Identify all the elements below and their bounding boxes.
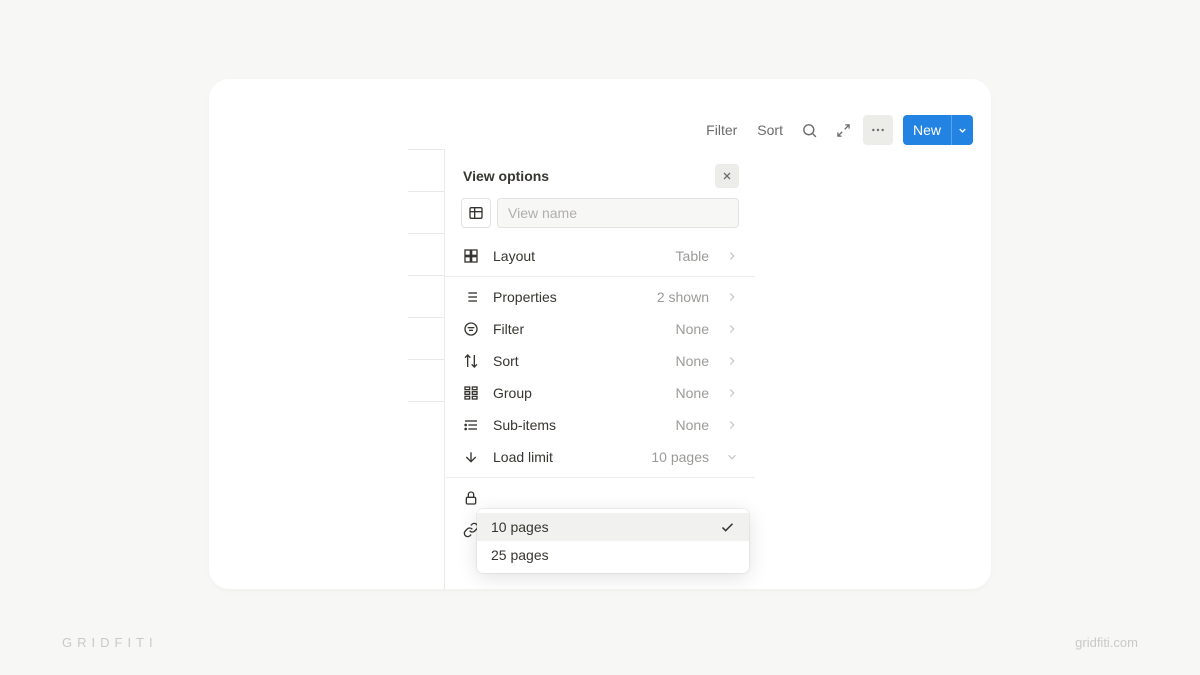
properties-row[interactable]: Properties 2 shown xyxy=(445,281,755,313)
sort-row[interactable]: Sort None xyxy=(445,345,755,377)
sub-items-label: Sub-items xyxy=(493,417,664,433)
layout-value: Table xyxy=(676,248,709,264)
check-icon xyxy=(720,520,735,535)
dropdown-option-10[interactable]: 10 pages xyxy=(477,513,749,541)
layout-row[interactable]: Layout Table xyxy=(445,240,755,272)
filter-button[interactable]: Filter xyxy=(698,116,745,144)
sort-label: Sort xyxy=(493,353,664,369)
table-row-divider xyxy=(408,275,444,276)
load-limit-dropdown: 10 pages 25 pages xyxy=(477,509,749,573)
chevron-right-icon xyxy=(725,354,739,368)
panel-title: View options xyxy=(463,168,549,184)
load-limit-row[interactable]: Load limit 10 pages xyxy=(445,441,755,473)
table-row-divider xyxy=(408,317,444,318)
chevron-down-icon xyxy=(725,450,739,464)
load-limit-label: Load limit xyxy=(493,449,639,465)
close-icon[interactable] xyxy=(715,164,739,188)
filter-icon xyxy=(461,321,481,337)
table-row-divider xyxy=(408,401,444,402)
database-toolbar: Filter Sort New xyxy=(698,114,973,146)
search-icon[interactable] xyxy=(795,115,825,145)
sort-icon xyxy=(461,353,481,369)
filter-label: Filter xyxy=(493,321,664,337)
brand-logo: GRIDFITI xyxy=(62,635,158,650)
divider xyxy=(445,477,755,478)
layout-label: Layout xyxy=(493,248,664,264)
new-button-label: New xyxy=(903,122,951,138)
sub-items-row[interactable]: Sub-items None xyxy=(445,409,755,441)
view-type-button[interactable] xyxy=(461,198,491,228)
properties-value: 2 shown xyxy=(657,289,709,305)
new-button[interactable]: New xyxy=(903,115,973,145)
load-limit-icon xyxy=(461,449,481,465)
dropdown-option-label: 25 pages xyxy=(491,547,735,563)
view-name-input[interactable] xyxy=(497,198,739,228)
chevron-right-icon xyxy=(725,418,739,432)
sort-button[interactable]: Sort xyxy=(749,116,791,144)
divider xyxy=(445,276,755,277)
properties-icon xyxy=(461,289,481,305)
load-limit-value: 10 pages xyxy=(651,449,709,465)
table-row-divider xyxy=(408,191,444,192)
chevron-right-icon xyxy=(725,322,739,336)
brand-url: gridfiti.com xyxy=(1075,635,1138,650)
table-icon xyxy=(468,205,484,221)
dropdown-option-label: 10 pages xyxy=(491,519,720,535)
app-window: Filter Sort New View options xyxy=(209,79,991,589)
chevron-right-icon xyxy=(725,386,739,400)
sub-items-icon xyxy=(461,417,481,433)
sub-items-value: None xyxy=(676,417,709,433)
dropdown-option-25[interactable]: 25 pages xyxy=(477,541,749,569)
more-icon[interactable] xyxy=(863,115,893,145)
layout-icon xyxy=(461,248,481,264)
sort-value: None xyxy=(676,353,709,369)
chevron-right-icon xyxy=(725,249,739,263)
table-row-divider xyxy=(408,359,444,360)
filter-value: None xyxy=(676,321,709,337)
group-icon xyxy=(461,385,481,401)
table-row-divider xyxy=(408,233,444,234)
properties-label: Properties xyxy=(493,289,645,305)
filter-row[interactable]: Filter None xyxy=(445,313,755,345)
group-label: Group xyxy=(493,385,664,401)
lock-icon xyxy=(461,490,481,506)
chevron-right-icon xyxy=(725,290,739,304)
group-value: None xyxy=(676,385,709,401)
expand-icon[interactable] xyxy=(829,115,859,145)
chevron-down-icon[interactable] xyxy=(951,115,973,145)
table-row-divider xyxy=(408,149,444,150)
group-row[interactable]: Group None xyxy=(445,377,755,409)
